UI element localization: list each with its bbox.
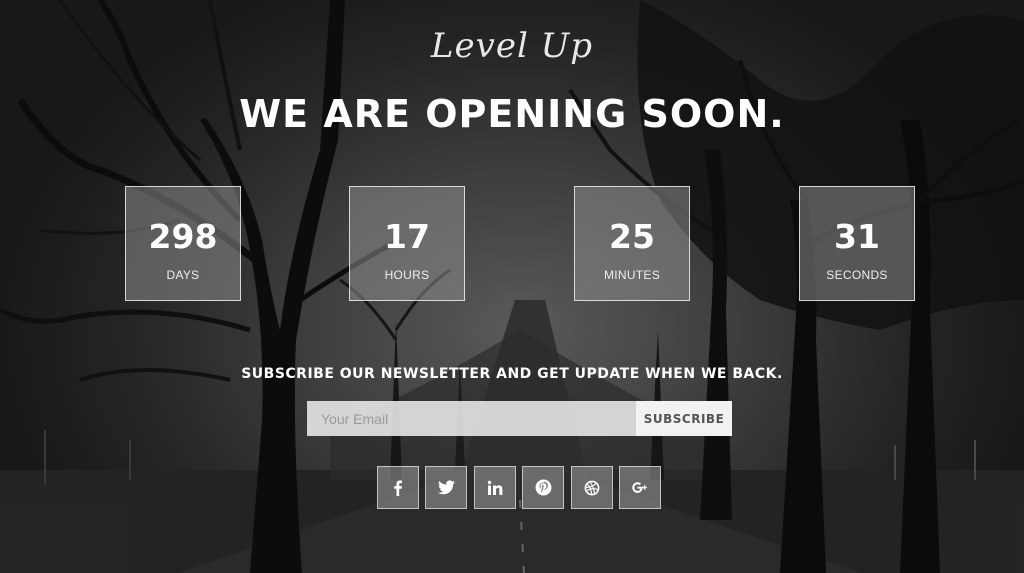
countdown-days-label: DAYS [166,268,200,282]
pinterest-link[interactable] [522,466,564,509]
countdown-minutes-value: 25 [609,217,655,256]
twitter-icon [437,480,455,495]
countdown-hours-value: 17 [384,217,430,256]
countdown-seconds-label: SECONDS [826,268,888,282]
linkedin-link[interactable] [474,466,516,509]
dribbble-link[interactable] [571,466,613,509]
page-title: WE ARE OPENING SOON. [239,92,785,136]
linkedin-icon [487,480,503,495]
newsletter-form: SUBSCRIBE [307,401,732,436]
dribbble-icon [584,480,600,495]
email-input[interactable] [307,401,636,436]
countdown-seconds-value: 31 [834,217,880,256]
google-plus-link[interactable] [619,466,661,509]
facebook-icon [394,480,402,496]
brand-logo-text: Level Up [430,26,594,66]
countdown-minutes-box: 25 MINUTES [574,186,690,301]
pinterest-icon [535,479,551,496]
countdown-minutes-label: MINUTES [603,268,661,282]
newsletter-heading: SUBSCRIBE OUR NEWSLETTER AND GET UPDATE … [241,366,783,382]
countdown-hours-label: HOURS [384,268,430,282]
countdown-hours-box: 17 HOURS [349,186,465,301]
facebook-link[interactable] [377,466,419,509]
countdown-timer: 298 DAYS 17 HOURS 25 MINUTES 31 SECONDS [0,186,1024,301]
countdown-seconds-box: 31 SECONDS [799,186,915,301]
twitter-link[interactable] [425,466,467,509]
countdown-days-value: 298 [148,217,218,256]
subscribe-button[interactable]: SUBSCRIBE [636,401,732,436]
countdown-days-box: 298 DAYS [125,186,241,301]
social-links [377,466,667,509]
google-plus-icon [632,481,647,493]
coming-soon-page: Level Up WE ARE OPENING SOON. 298 DAYS 1… [0,0,1024,573]
